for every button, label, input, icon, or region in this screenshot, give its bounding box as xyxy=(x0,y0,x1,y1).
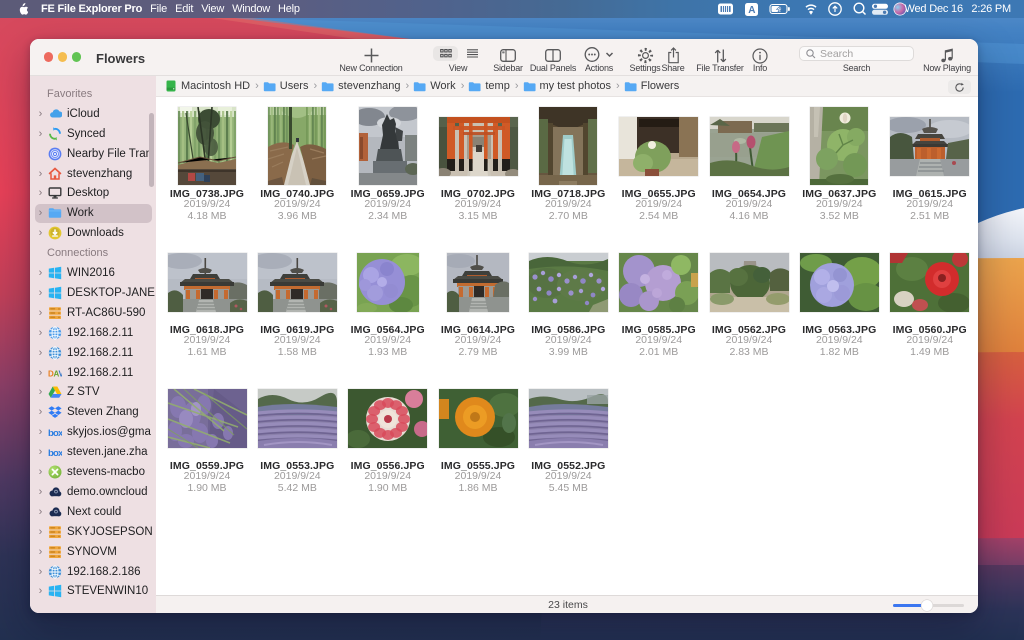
svg-text:x: x xyxy=(58,448,62,459)
svg-text:A: A xyxy=(748,5,755,16)
svg-text:x: x xyxy=(58,428,62,439)
svg-text:V: V xyxy=(59,369,63,378)
